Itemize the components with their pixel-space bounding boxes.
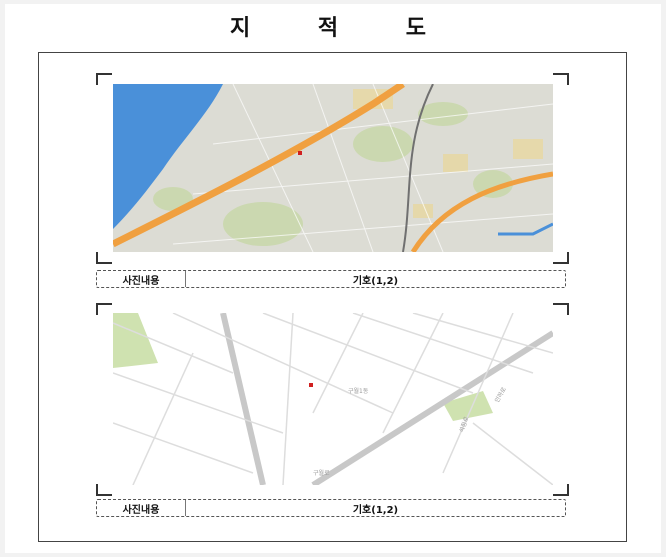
- photo1-caption-value: 기호(1,2): [352, 275, 399, 287]
- street-label-1: 구월1동: [348, 387, 369, 395]
- street-label-3: 구월로: [313, 469, 330, 477]
- photo2-corner-br: [553, 484, 569, 496]
- photo1-corner-tl: [96, 73, 112, 85]
- street-map-image: 구월1동 석정로 구월로 인하로: [113, 313, 553, 485]
- page-title: 지 적 도: [229, 16, 457, 41]
- aerial-map-svg: [113, 84, 553, 252]
- photo1-corner-tr: [553, 73, 569, 85]
- photo1-caption: 사진내용 기호(1,2): [96, 270, 566, 288]
- photo2-corner-tr: [553, 303, 569, 315]
- photo1-caption-label: 사진내용: [97, 271, 186, 287]
- photo2-caption-value: 기호(1,2): [352, 504, 399, 516]
- location-marker-street: [309, 383, 313, 387]
- photo2-corner-tl: [96, 303, 112, 315]
- aerial-map-image: [113, 84, 553, 252]
- location-marker: [298, 151, 302, 155]
- photo1-corner-bl: [96, 252, 112, 264]
- photo2-corner-bl: [96, 484, 112, 496]
- photo2-caption-label: 사진내용: [97, 500, 186, 516]
- photo2-caption: 사진내용 기호(1,2): [96, 499, 566, 517]
- street-bg: [113, 313, 553, 485]
- photo1-corner-br: [553, 252, 569, 264]
- street-map-svg: 구월1동 석정로 구월로 인하로: [113, 313, 553, 485]
